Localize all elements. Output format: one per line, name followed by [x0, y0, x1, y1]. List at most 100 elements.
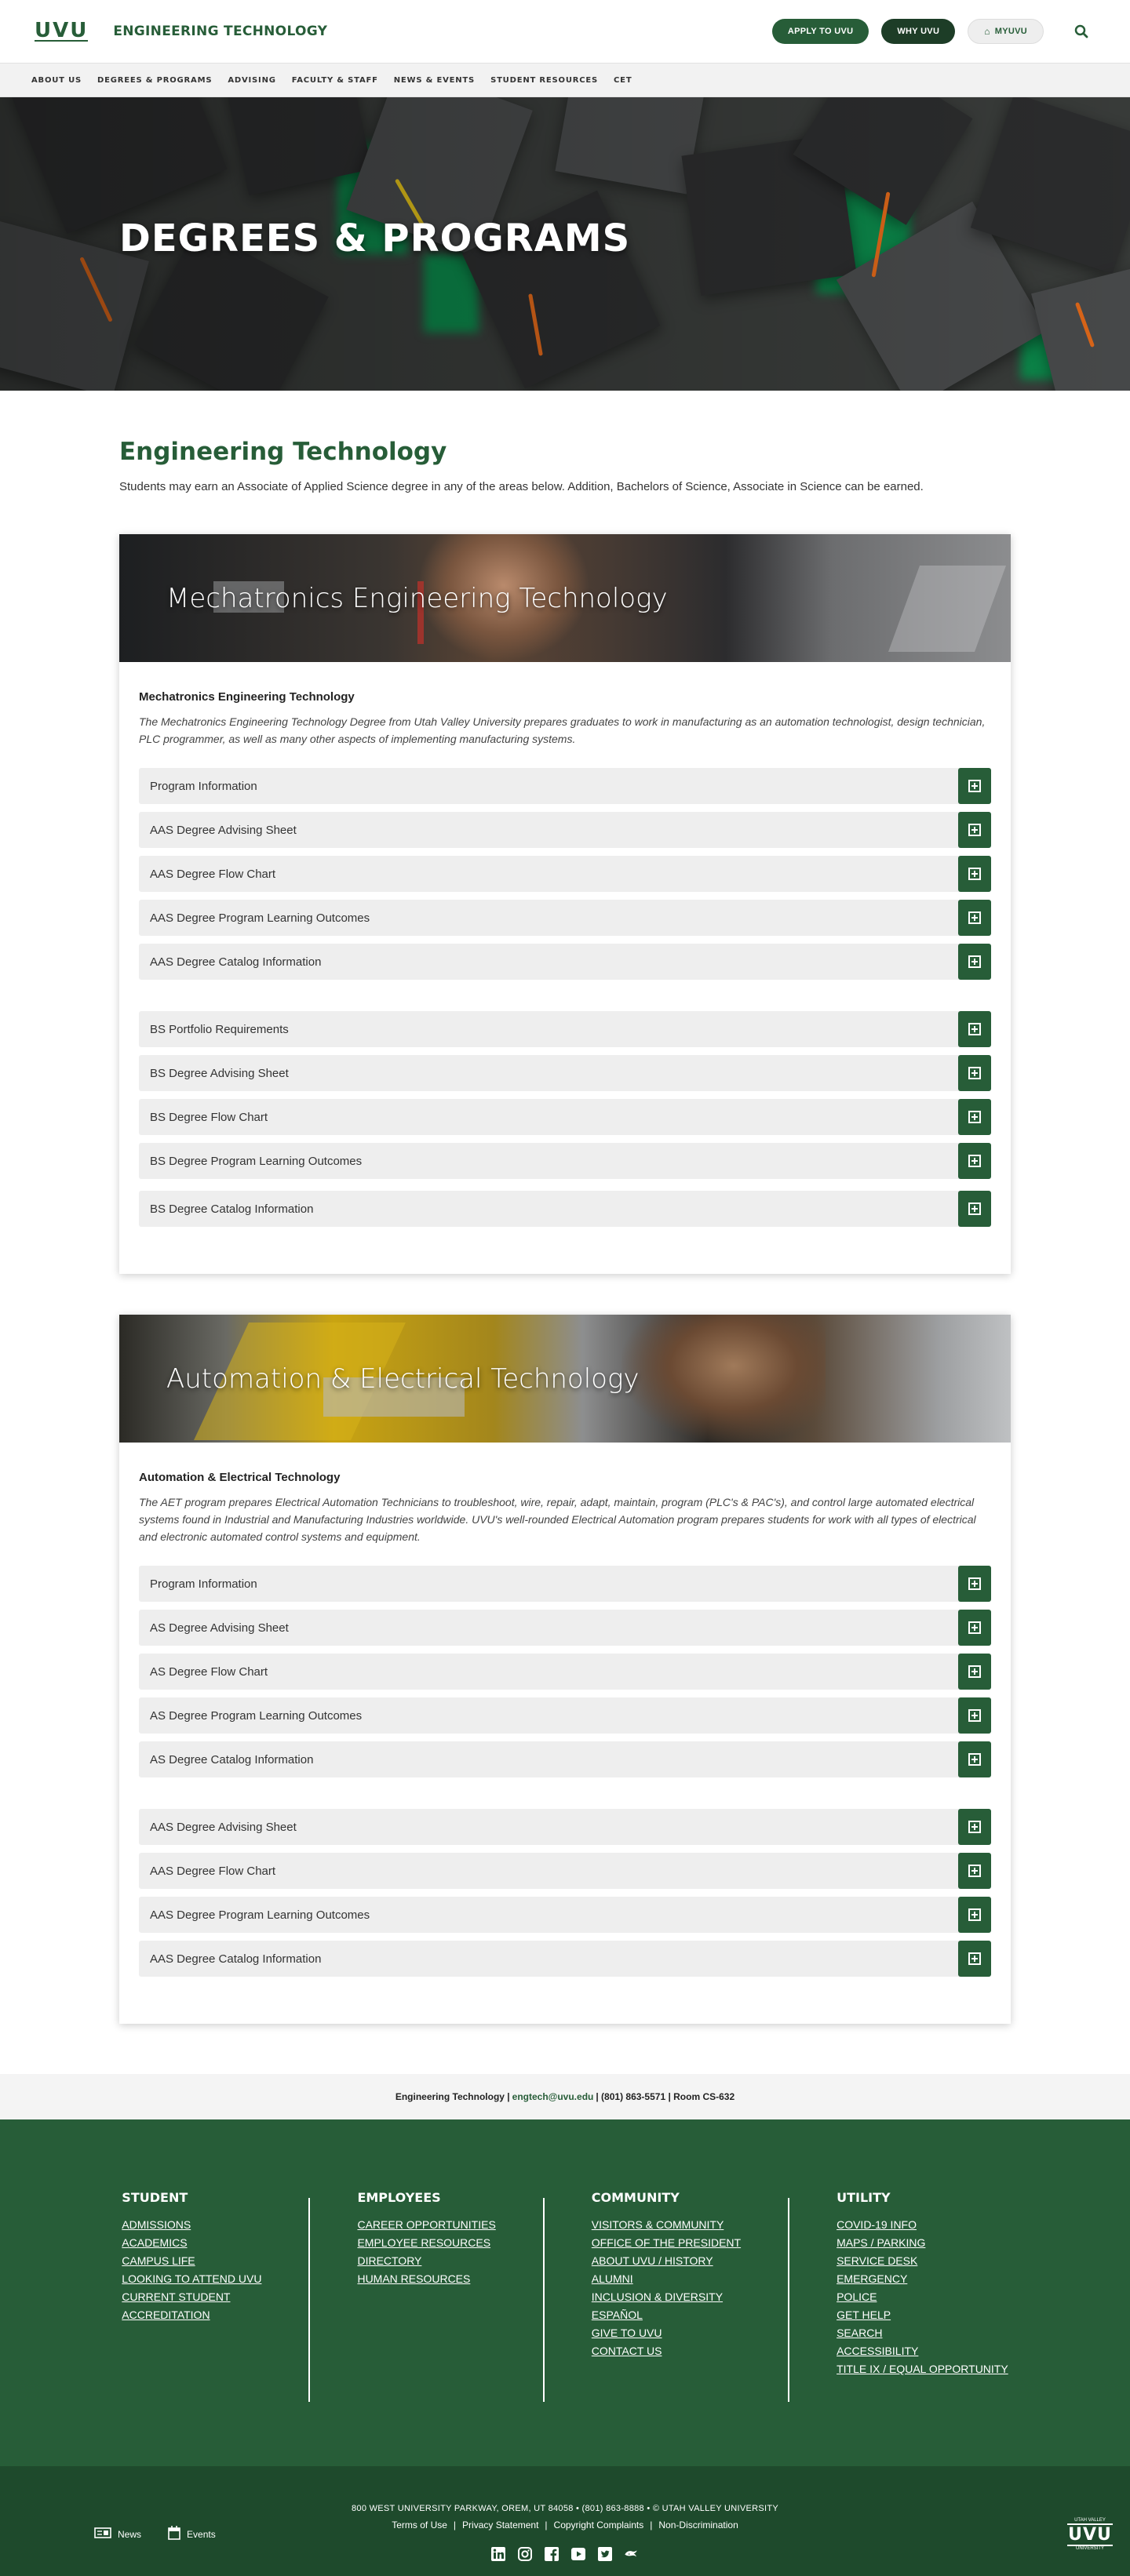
expand-icon[interactable]: [958, 1809, 991, 1845]
expand-icon[interactable]: [958, 1897, 991, 1933]
footer-link[interactable]: OFFICE OF THE PRESIDENT: [592, 2234, 741, 2252]
footer-link[interactable]: VISITORS & COMMUNITY: [592, 2216, 741, 2234]
expand-icon[interactable]: [958, 944, 991, 980]
accordion-item[interactable]: AAS Degree Catalog Information: [139, 1941, 991, 1977]
accordion-item[interactable]: BS Degree Flow Chart: [139, 1099, 991, 1135]
expand-icon[interactable]: [958, 1853, 991, 1889]
accordion-item[interactable]: BS Degree Catalog Information: [139, 1191, 991, 1227]
uvu-logo[interactable]: UVU: [35, 20, 89, 42]
expand-icon[interactable]: [958, 1055, 991, 1091]
nav-student-resources[interactable]: STUDENT RESOURCES: [490, 76, 598, 85]
accordion-item[interactable]: AAS Degree Program Learning Outcomes: [139, 1897, 991, 1933]
myuvu-button[interactable]: ⌂ MYUVU: [968, 19, 1044, 44]
accordion-item[interactable]: AS Degree Flow Chart: [139, 1654, 991, 1690]
footer-link[interactable]: LOOKING TO ATTEND UVU: [122, 2270, 261, 2288]
accordion-label: BS Degree Program Learning Outcomes: [150, 1154, 363, 1168]
expand-icon[interactable]: [958, 1610, 991, 1646]
footer-link[interactable]: ACCESSIBILITY: [837, 2342, 1008, 2360]
footer-uvu-logo[interactable]: UTAH VALLEY UVU UNIVERSITY: [1067, 2518, 1113, 2552]
accordion-item[interactable]: Program Information: [139, 1566, 991, 1602]
footer-link[interactable]: CURRENT STUDENT: [122, 2288, 261, 2306]
accordion-item[interactable]: AAS Degree Flow Chart: [139, 856, 991, 892]
program-card-mechatronics: Mechatronics Engineering Technology Mech…: [119, 534, 1011, 1274]
footer-link[interactable]: ABOUT UVU / HISTORY: [592, 2252, 741, 2270]
accordion-label: AAS Degree Catalog Information: [150, 955, 322, 969]
program-card-automation: Automation & Electrical Technology Autom…: [119, 1315, 1011, 2024]
nav-about-us[interactable]: ABOUT US: [31, 76, 82, 85]
accordion-item[interactable]: BS Portfolio Requirements: [139, 1011, 991, 1047]
nav-faculty-staff[interactable]: FACULTY & STAFF: [292, 76, 378, 85]
expand-icon[interactable]: [958, 1654, 991, 1690]
footer-link[interactable]: ACADEMICS: [122, 2234, 261, 2252]
terms-link[interactable]: Terms of Use: [392, 2520, 447, 2531]
accordion-item[interactable]: AS Degree Catalog Information: [139, 1741, 991, 1777]
site-header: UVU ENGINEERING TECHNOLOGY APPLY TO UVU …: [0, 0, 1130, 63]
footer-link[interactable]: ACCREDITATION: [122, 2306, 261, 2324]
footer-link[interactable]: GIVE TO UVU: [592, 2324, 741, 2342]
accordion-item[interactable]: BS Degree Advising Sheet: [139, 1055, 991, 1091]
footer-link[interactable]: TITLE IX / EQUAL OPPORTUNITY: [837, 2360, 1008, 2378]
expand-icon[interactable]: [958, 1011, 991, 1047]
expand-icon[interactable]: [958, 1143, 991, 1179]
apply-button[interactable]: APPLY TO UVU: [771, 19, 869, 44]
nav-degrees-programs[interactable]: DEGREES & PROGRAMS: [97, 76, 212, 85]
contact-email-link[interactable]: engtech@uvu.edu: [512, 2091, 594, 2102]
accordion-item[interactable]: AAS Degree Catalog Information: [139, 944, 991, 980]
copyright-link[interactable]: Copyright Complaints: [554, 2520, 644, 2531]
expand-icon[interactable]: [958, 1697, 991, 1734]
twitter-icon[interactable]: [597, 2546, 613, 2562]
nav-cet[interactable]: CET: [614, 76, 632, 85]
accordion-item[interactable]: AAS Degree Advising Sheet: [139, 812, 991, 848]
footer-link[interactable]: INCLUSION & DIVERSITY: [592, 2288, 741, 2306]
accordion-item[interactable]: AAS Degree Program Learning Outcomes: [139, 900, 991, 936]
footer-link[interactable]: ALUMNI: [592, 2270, 741, 2288]
expand-icon[interactable]: [958, 1191, 991, 1227]
expand-icon[interactable]: [958, 1099, 991, 1135]
expand-icon[interactable]: [958, 812, 991, 848]
wolverine-icon[interactable]: [624, 2546, 640, 2562]
accordion-item[interactable]: Program Information: [139, 768, 991, 804]
footer-link[interactable]: DIRECTORY: [357, 2252, 495, 2270]
footer-link[interactable]: HUMAN RESOURCES: [357, 2270, 495, 2288]
footer-link[interactable]: SEARCH: [837, 2324, 1008, 2342]
search-icon[interactable]: [1067, 17, 1095, 45]
footer-link[interactable]: POLICE: [837, 2288, 1008, 2306]
facebook-icon[interactable]: [544, 2546, 560, 2562]
footer-link[interactable]: CAREER OPPORTUNITIES: [357, 2216, 495, 2234]
footer-link[interactable]: EMERGENCY: [837, 2270, 1008, 2288]
linkedin-icon[interactable]: [490, 2546, 506, 2562]
expand-icon[interactable]: [958, 1741, 991, 1777]
expand-icon[interactable]: [958, 900, 991, 936]
site-title[interactable]: ENGINEERING TECHNOLOGY: [113, 24, 327, 39]
footer-link[interactable]: EMPLOYEE RESOURCES: [357, 2234, 495, 2252]
footer-link[interactable]: ADMISSIONS: [122, 2216, 261, 2234]
privacy-link[interactable]: Privacy Statement: [462, 2520, 538, 2531]
accordion-item[interactable]: AS Degree Advising Sheet: [139, 1610, 991, 1646]
footer-link[interactable]: CAMPUS LIFE: [122, 2252, 261, 2270]
footer-link[interactable]: ESPAÑOL: [592, 2306, 741, 2324]
footer-link[interactable]: GET HELP: [837, 2306, 1008, 2324]
news-link[interactable]: News: [94, 2526, 141, 2542]
why-uvu-button[interactable]: WHY UVU: [881, 19, 956, 44]
accordion-label: AAS Degree Flow Chart: [150, 867, 276, 881]
nav-advising[interactable]: ADVISING: [228, 76, 275, 85]
accordion-item[interactable]: BS Degree Program Learning Outcomes: [139, 1143, 991, 1179]
nav-news-events[interactable]: NEWS & EVENTS: [394, 76, 475, 85]
events-link[interactable]: Events: [168, 2526, 216, 2542]
footer-link[interactable]: COVID-19 INFO: [837, 2216, 1008, 2234]
youtube-icon[interactable]: [570, 2546, 586, 2562]
nondiscrimination-link[interactable]: Non-Discrimination: [658, 2520, 738, 2531]
footer-link[interactable]: SERVICE DESK: [837, 2252, 1008, 2270]
accordion-item[interactable]: AAS Degree Advising Sheet: [139, 1809, 991, 1845]
instagram-icon[interactable]: [517, 2546, 533, 2562]
expand-icon[interactable]: [958, 1566, 991, 1602]
accordion-item[interactable]: AAS Degree Flow Chart: [139, 1853, 991, 1889]
expand-icon[interactable]: [958, 768, 991, 804]
accordion-item[interactable]: AS Degree Program Learning Outcomes: [139, 1697, 991, 1734]
footer-link[interactable]: MAPS / PARKING: [837, 2234, 1008, 2252]
expand-icon[interactable]: [958, 856, 991, 892]
accordion-label: BS Portfolio Requirements: [150, 1022, 289, 1036]
expand-icon[interactable]: [958, 1941, 991, 1977]
footer-column-title: UTILITY: [837, 2190, 891, 2205]
footer-link[interactable]: CONTACT US: [592, 2342, 741, 2360]
